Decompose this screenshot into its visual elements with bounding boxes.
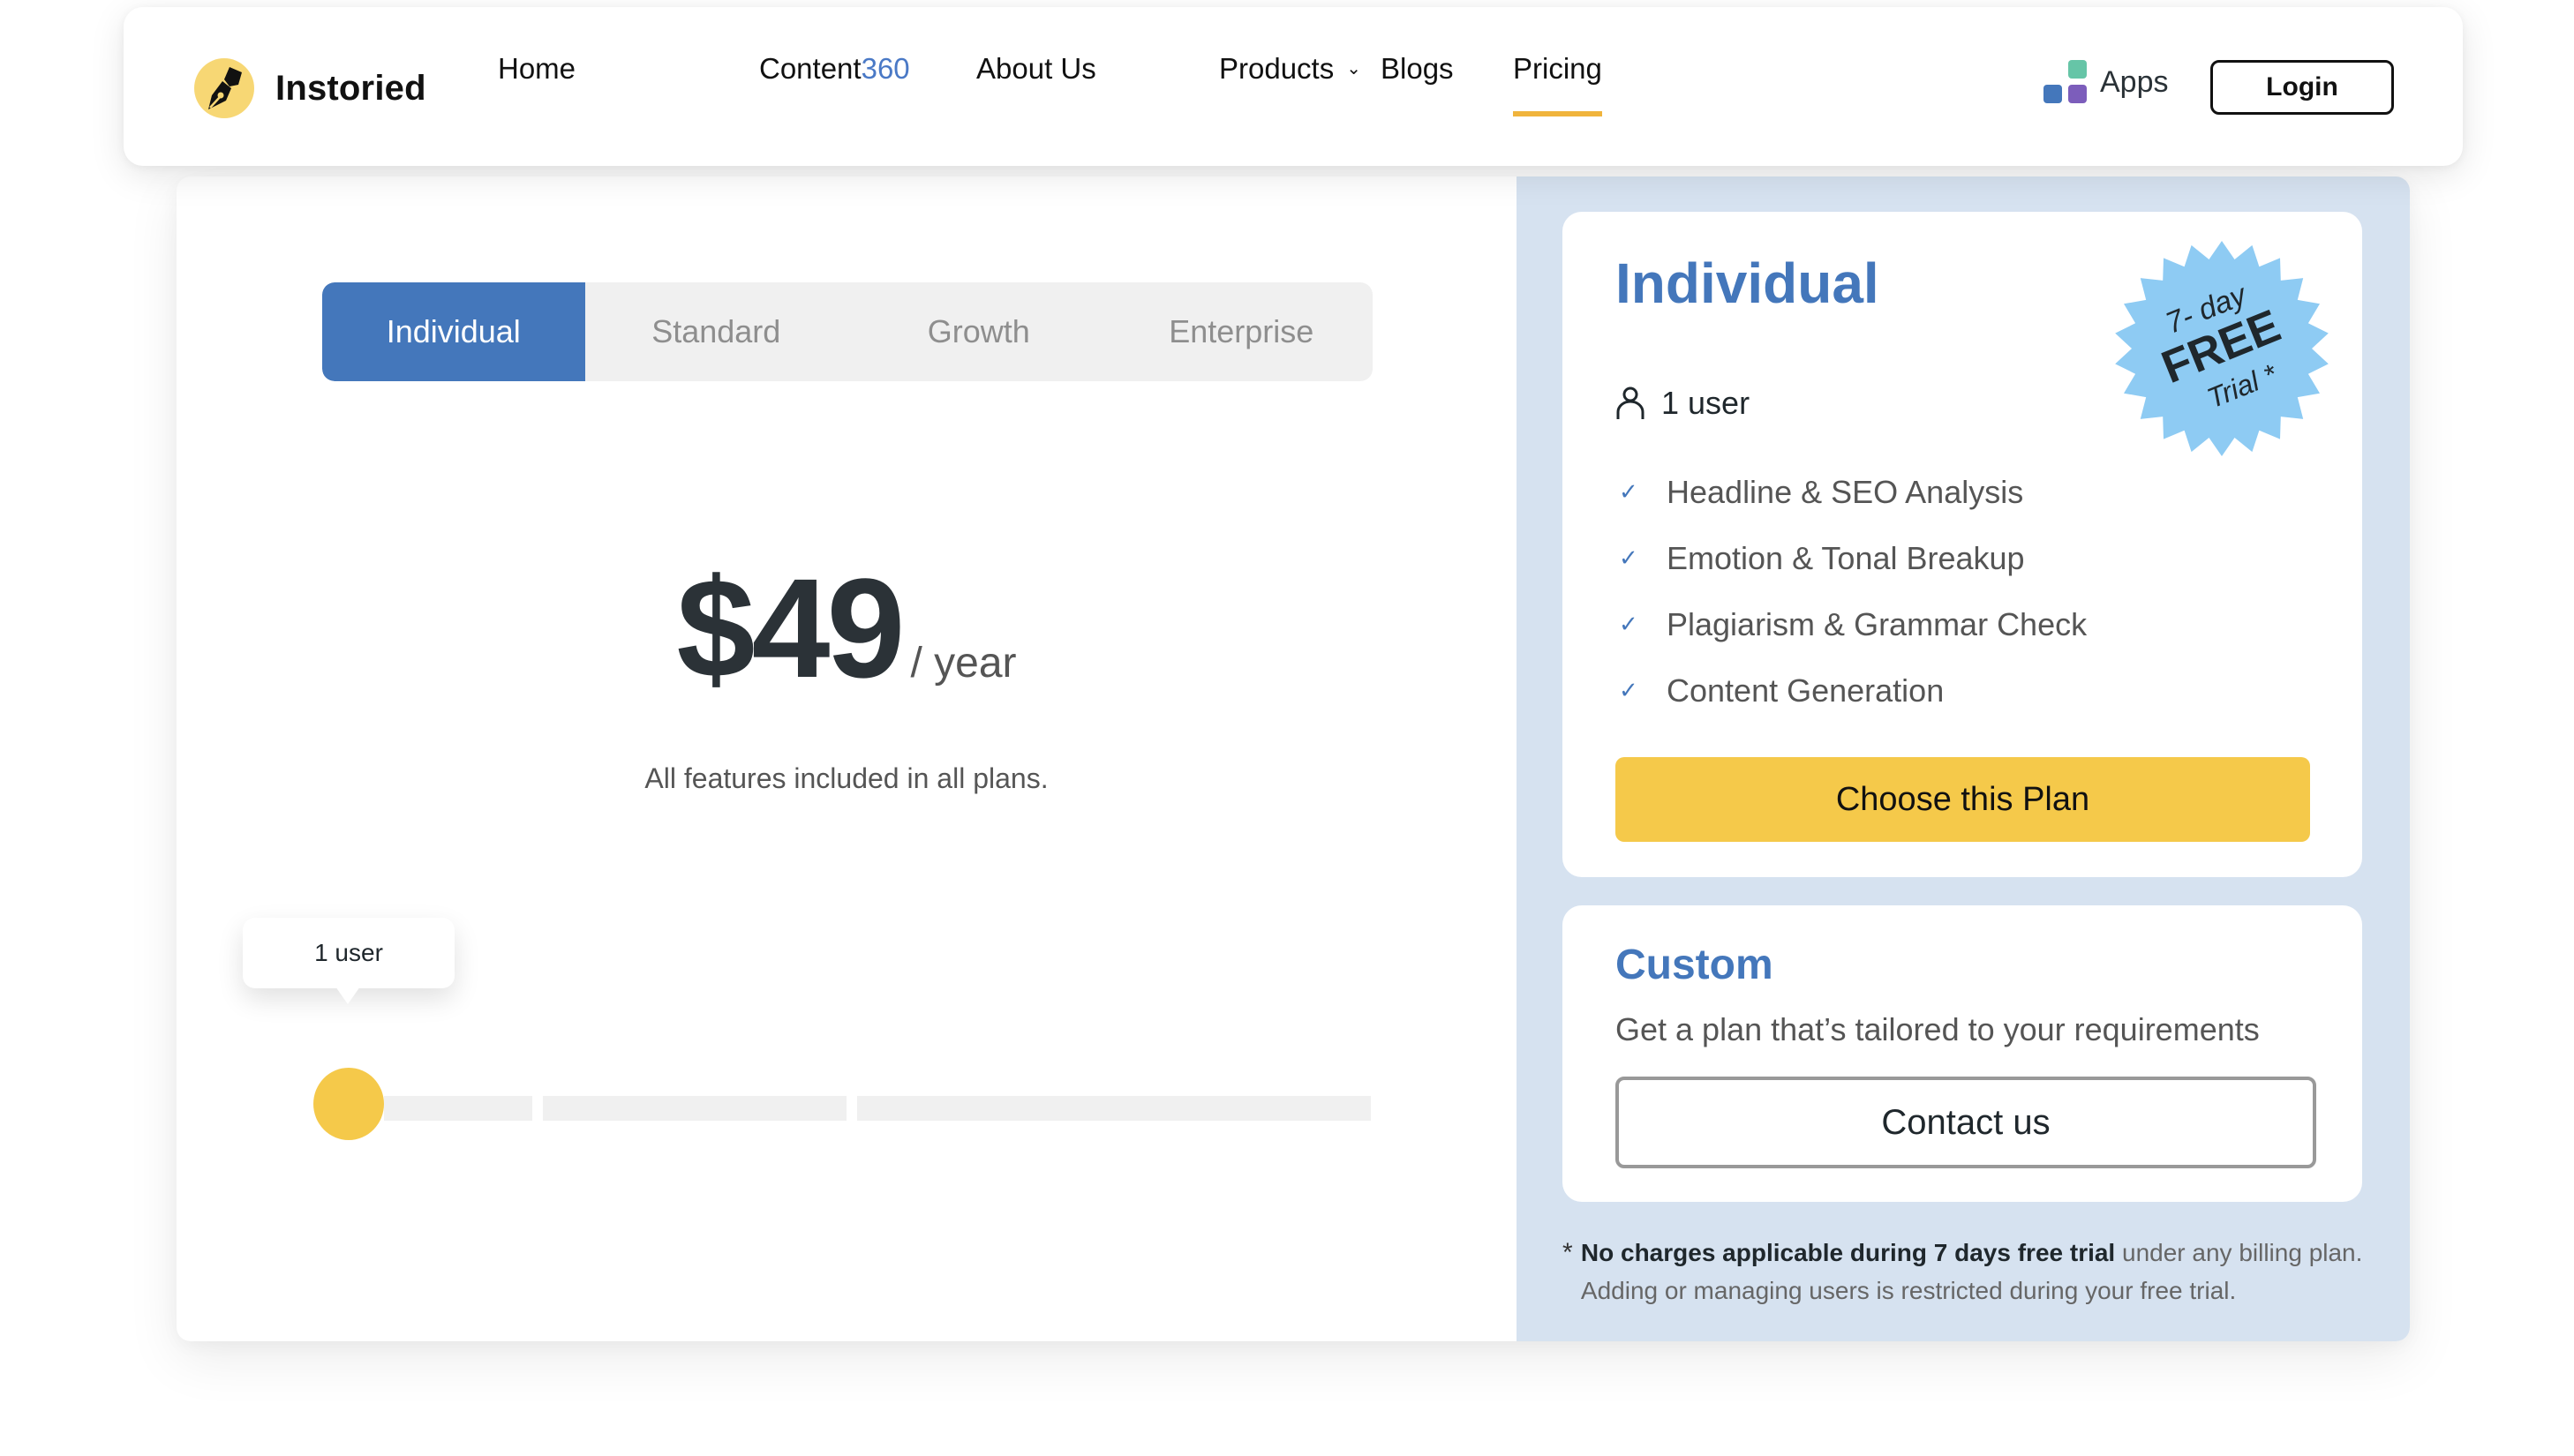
top-navbar: Instoried Home Content360 About Us Produ… xyxy=(124,7,2463,166)
nav-about-us[interactable]: About Us xyxy=(976,52,1096,104)
nav-about-label: About Us xyxy=(976,52,1096,85)
feature-item: ✓ Plagiarism & Grammar Check xyxy=(1619,591,2087,657)
nav-products-label: Products xyxy=(1219,52,1335,85)
nav-content-accent: 360 xyxy=(861,52,910,85)
plan-details-panel: Individual 1 user ✓ Headline & SEO Analys… xyxy=(1517,176,2410,1341)
check-icon: ✓ xyxy=(1619,544,1638,571)
brand-name: Instoried xyxy=(275,68,426,108)
nav-blogs[interactable]: Blogs xyxy=(1381,52,1454,104)
nav-content360[interactable]: Content360 xyxy=(759,52,910,104)
contact-us-button[interactable]: Contact us xyxy=(1615,1077,2316,1168)
feature-label: Content Generation xyxy=(1667,672,1945,709)
plan-title: Individual xyxy=(1615,251,1879,315)
feature-item: ✓ Emotion & Tonal Breakup xyxy=(1619,525,2087,591)
choose-plan-button[interactable]: Choose this Plan xyxy=(1615,757,2310,842)
feature-item: ✓ Content Generation xyxy=(1619,657,2087,724)
nav-content-prefix: Content xyxy=(759,52,862,85)
tab-individual[interactable]: Individual xyxy=(322,282,585,381)
user-count-slider[interactable] xyxy=(313,1068,1373,1140)
footnote-text: No charges applicable during 7 days free… xyxy=(1581,1234,2375,1310)
custom-subtitle: Get a plan that’s tailored to your requi… xyxy=(1615,1011,2260,1047)
slider-track-segment[interactable] xyxy=(857,1096,1371,1121)
plan-user-count: 1 user xyxy=(1615,385,1750,422)
individual-plan-card: Individual 1 user ✓ Headline & SEO Analys… xyxy=(1562,212,2362,877)
tab-standard[interactable]: Standard xyxy=(585,282,848,381)
price-amount: $49 xyxy=(676,549,906,707)
nav-products-dropdown[interactable]: Products ⌄ xyxy=(1219,52,1361,104)
free-trial-badge: 7- day FREE Trial * xyxy=(2111,238,2332,459)
custom-plan-card: Custom Get a plan that’s tailored to you… xyxy=(1562,905,2362,1202)
plan-selector-section: Individual Standard Growth Enterprise $4… xyxy=(177,176,1517,1341)
pen-nib-icon xyxy=(194,58,254,118)
nav-home[interactable]: Home xyxy=(498,52,576,104)
trial-footnote: * No charges applicable during 7 days fr… xyxy=(1562,1234,2375,1310)
nav-pricing-active[interactable]: Pricing xyxy=(1513,52,1602,116)
tab-growth[interactable]: Growth xyxy=(847,282,1110,381)
apps-grid-icon xyxy=(2043,60,2088,104)
footnote-bold: No charges applicable during 7 days free… xyxy=(1580,1239,2116,1266)
plan-tabs: Individual Standard Growth Enterprise xyxy=(322,282,1373,381)
nav-home-label: Home xyxy=(498,52,576,85)
plan-users-label: 1 user xyxy=(1661,385,1750,421)
price-period: / year xyxy=(910,640,1017,687)
feature-item: ✓ Headline & SEO Analysis xyxy=(1619,459,2087,525)
user-count-tooltip: 1 user xyxy=(243,918,455,1004)
starburst-icon: 7- day FREE Trial * xyxy=(2115,241,2329,456)
apps-label: Apps xyxy=(2100,64,2169,99)
feature-label: Plagiarism & Grammar Check xyxy=(1667,605,2088,642)
login-button[interactable]: Login xyxy=(2210,60,2394,115)
check-icon: ✓ xyxy=(1619,677,1638,703)
feature-label: Emotion & Tonal Breakup xyxy=(1667,539,2025,576)
feature-label: Headline & SEO Analysis xyxy=(1667,473,2024,510)
check-icon: ✓ xyxy=(1619,611,1638,637)
brand-logo[interactable]: Instoried xyxy=(194,58,426,118)
slider-track-segment[interactable] xyxy=(543,1096,847,1121)
feature-list: ✓ Headline & SEO Analysis ✓ Emotion & Tona… xyxy=(1619,459,2087,724)
chevron-down-icon: ⌄ xyxy=(1346,59,1361,79)
price-display: $49 / year xyxy=(177,547,1517,709)
footnote-asterisk: * xyxy=(1562,1238,1573,1267)
slider-track-segment[interactable] xyxy=(384,1096,532,1121)
slider-handle[interactable] xyxy=(313,1068,384,1140)
price-note: All features included in all plans. xyxy=(644,762,1049,794)
apps-menu[interactable]: Apps xyxy=(2043,60,2169,104)
custom-title: Custom xyxy=(1615,942,1773,988)
check-icon: ✓ xyxy=(1619,478,1638,505)
pricing-card: Individual Standard Growth Enterprise $4… xyxy=(177,176,2410,1341)
nav-content360-label: Content360 xyxy=(759,51,910,86)
nav-blogs-label: Blogs xyxy=(1381,52,1454,85)
tab-enterprise[interactable]: Enterprise xyxy=(1110,282,1374,381)
user-icon xyxy=(1616,387,1644,419)
nav-pricing-label: Pricing xyxy=(1513,52,1602,85)
